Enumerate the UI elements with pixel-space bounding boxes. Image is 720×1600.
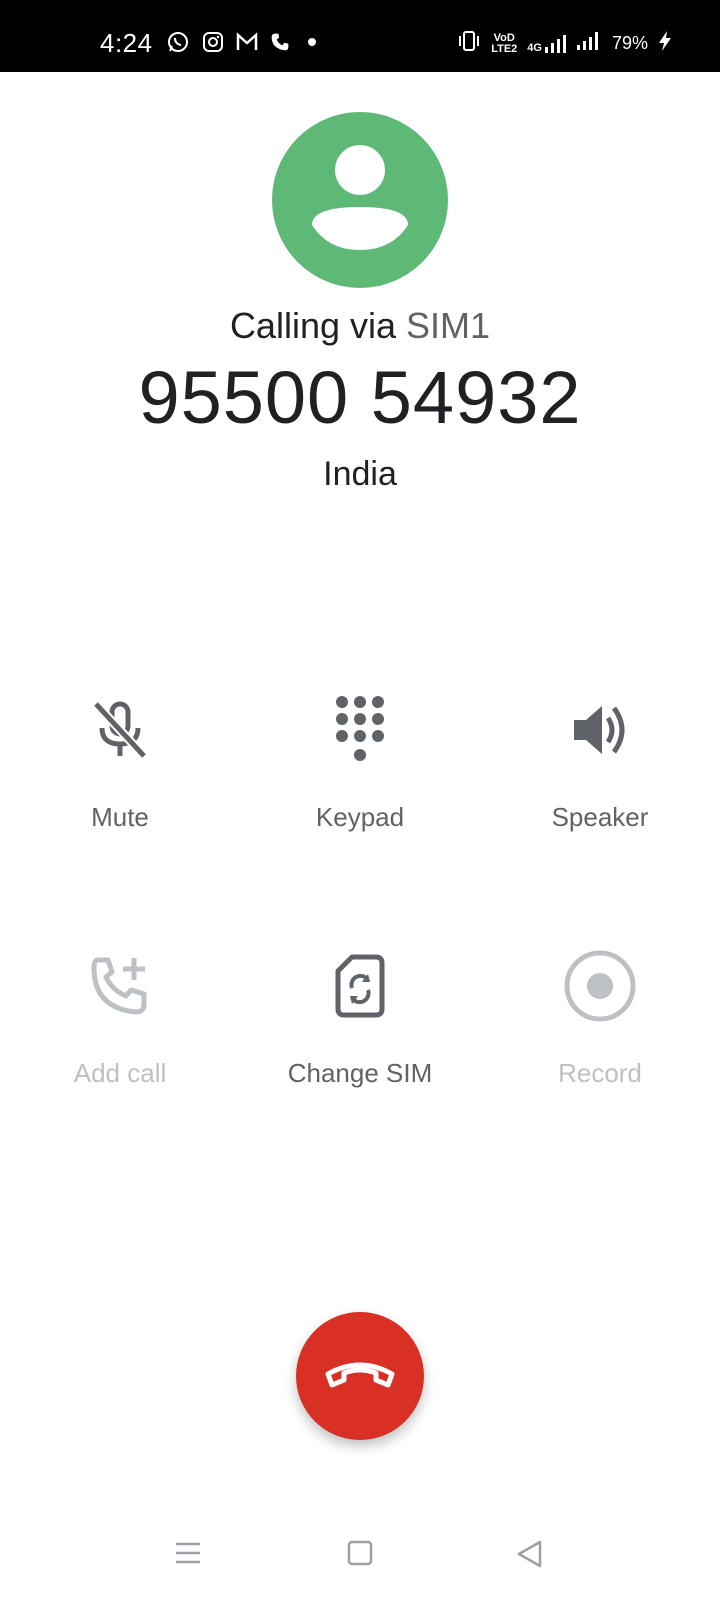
change-sim-button[interactable]: Change SIM xyxy=(240,946,480,1089)
back-button[interactable] xyxy=(516,1540,544,1573)
record-label: Record xyxy=(558,1058,642,1088)
signal-icon xyxy=(576,31,602,56)
status-time: 4:24 xyxy=(100,28,153,58)
phone-icon xyxy=(270,32,290,52)
gmail-icon xyxy=(236,32,258,52)
keypad-label: Keypad xyxy=(315,802,405,832)
network-label: 4G xyxy=(527,41,542,54)
notification-icons xyxy=(166,30,316,54)
dot-icon xyxy=(308,38,316,46)
back-triangle-icon xyxy=(517,1540,542,1568)
volte-bottom: LTE2 xyxy=(491,42,518,55)
add-call-label: Add call xyxy=(73,1058,167,1088)
mute-button[interactable]: Mute xyxy=(0,690,240,833)
keypad-button[interactable]: Keypad xyxy=(240,690,480,833)
sim-swap-icon xyxy=(240,946,480,1026)
speaker-icon xyxy=(480,690,720,770)
speaker-button[interactable]: Speaker xyxy=(480,690,720,833)
caller-region: India xyxy=(323,455,397,493)
speaker-label: Speaker xyxy=(551,802,649,832)
home-square-icon xyxy=(347,1540,373,1566)
hangup-icon xyxy=(325,1362,395,1388)
sim-label: SIM1 xyxy=(406,305,491,346)
volte-top: VoD xyxy=(493,31,515,44)
status-right: VoD LTE2 4G 79% xyxy=(457,30,672,57)
charging-icon xyxy=(658,30,672,57)
person-icon xyxy=(312,145,408,250)
battery-percent: 79% xyxy=(611,33,648,53)
record-icon xyxy=(480,946,720,1026)
instagram-icon xyxy=(202,31,224,53)
end-call-button[interactable] xyxy=(296,1312,424,1440)
menu-icon xyxy=(176,1542,200,1564)
phone-number: 95500 54932 xyxy=(138,356,582,439)
vibrate-icon xyxy=(457,30,481,57)
home-button[interactable] xyxy=(347,1540,373,1571)
whatsapp-icon xyxy=(166,30,190,54)
change-sim-label: Change SIM xyxy=(287,1058,433,1088)
mic-off-icon xyxy=(0,690,240,770)
contact-avatar xyxy=(272,112,448,288)
status-bar: 4:24 VoD LTE2 4G 79% xyxy=(0,0,720,72)
mute-label: Mute xyxy=(91,802,149,832)
navigation-bar xyxy=(0,1530,720,1590)
signal-4g-icon: 4G xyxy=(527,34,566,54)
volte-icon: VoD LTE2 xyxy=(491,31,518,55)
dialpad-icon xyxy=(240,690,480,770)
calling-via-label: Calling via SIM1 xyxy=(0,305,720,347)
calling-via-prefix: Calling via xyxy=(229,305,397,346)
record-button[interactable]: Record xyxy=(480,946,720,1089)
recents-button[interactable] xyxy=(175,1540,201,1571)
add-call-icon xyxy=(0,946,240,1026)
add-call-button[interactable]: Add call xyxy=(0,946,240,1089)
